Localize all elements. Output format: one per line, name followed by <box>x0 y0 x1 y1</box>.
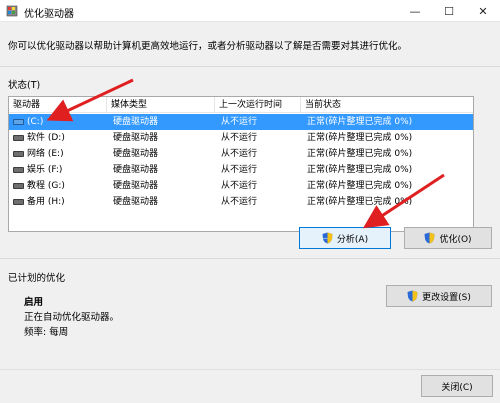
table-row[interactable]: 网络 (E:) 硬盘驱动器 从不运行 正常(碎片整理已完成 0%) <box>9 146 473 162</box>
optimize-button[interactable]: 优化(O) <box>404 227 492 249</box>
uac-shield-icon <box>407 290 418 302</box>
table-row[interactable]: 备用 (H:) 硬盘驱动器 从不运行 正常(碎片整理已完成 0%) <box>9 194 473 210</box>
close-button[interactable]: 关闭(C) <box>421 375 493 397</box>
hard-drive-icon <box>13 199 24 205</box>
drive-name: 备用 (H:) <box>27 197 65 207</box>
last-run-cell: 从不运行 <box>221 117 258 127</box>
schedule-auto-text: 正在自动优化驱动器。 <box>24 312 120 323</box>
maximize-button[interactable]: ☐ <box>432 0 466 22</box>
status-cell: 正常(碎片整理已完成 0%) <box>307 149 413 159</box>
last-run-cell: 从不运行 <box>221 165 258 175</box>
main-content: 你可以优化驱动器以帮助计算机更高效地运行，或者分析驱动器以了解是否需要对其进行优… <box>0 22 500 369</box>
column-header-last-run[interactable]: 上一次运行时间 <box>215 97 301 113</box>
minimize-button[interactable]: — <box>398 0 432 22</box>
schedule-frequency-text: 频率: 每周 <box>24 327 69 338</box>
last-run-cell: 从不运行 <box>221 181 258 191</box>
media-type-cell: 硬盘驱动器 <box>113 149 159 159</box>
status-cell: 正常(碎片整理已完成 0%) <box>307 197 413 207</box>
media-type-cell: 硬盘驱动器 <box>113 117 159 127</box>
analyze-button-label: 分析(A) <box>336 234 369 245</box>
change-settings-button[interactable]: 更改设置(S) <box>386 285 492 307</box>
table-row[interactable]: 教程 (G:) 硬盘驱动器 从不运行 正常(碎片整理已完成 0%) <box>9 178 473 194</box>
separator <box>0 66 500 67</box>
optimize-button-label: 优化(O) <box>439 234 472 245</box>
analyze-button[interactable]: 分析(A) <box>299 227 391 249</box>
title-bar: 优化驱动器 — ☐ ✕ <box>0 0 500 22</box>
drive-name: (C:) <box>27 117 44 127</box>
status-cell: 正常(碎片整理已完成 0%) <box>307 181 413 191</box>
drive-name: 教程 (G:) <box>27 181 65 191</box>
table-header: 驱动器 媒体类型 上一次运行时间 当前状态 <box>9 97 473 113</box>
column-header-media[interactable]: 媒体类型 <box>107 97 215 113</box>
last-run-cell: 从不运行 <box>221 197 258 207</box>
column-header-drive[interactable]: 驱动器 <box>9 97 107 113</box>
drive-cell: 备用 (H:) <box>9 194 107 210</box>
change-settings-button-label: 更改设置(S) <box>422 292 471 303</box>
drive-table[interactable]: 驱动器 媒体类型 上一次运行时间 当前状态 (C:) 硬盘驱动器 从不运行 正常(碎片… <box>8 96 474 232</box>
hard-drive-icon <box>13 151 24 157</box>
last-run-cell: 从不运行 <box>221 149 258 159</box>
column-header-status[interactable]: 当前状态 <box>301 97 475 113</box>
hard-drive-icon <box>13 183 24 189</box>
window-title: 优化驱动器 <box>24 9 74 20</box>
uac-shield-icon <box>424 232 435 244</box>
drive-cell: 教程 (G:) <box>9 178 107 194</box>
drive-name: 娱乐 (F:) <box>27 165 63 175</box>
scheduled-optimization-label: 已计划的优化 <box>8 273 66 284</box>
close-window-button[interactable]: ✕ <box>466 0 500 22</box>
schedule-enabled-label: 启用 <box>24 297 44 308</box>
table-row[interactable]: (C:) 硬盘驱动器 从不运行 正常(碎片整理已完成 0%) <box>9 114 473 130</box>
status-cell: 正常(碎片整理已完成 0%) <box>307 117 413 127</box>
status-cell: 正常(碎片整理已完成 0%) <box>307 165 413 175</box>
table-row[interactable]: 软件 (D:) 硬盘驱动器 从不运行 正常(碎片整理已完成 0%) <box>9 130 473 146</box>
drive-cell: 网络 (E:) <box>9 146 107 162</box>
defrag-app-icon <box>6 5 18 17</box>
hard-drive-icon <box>13 135 24 141</box>
media-type-cell: 硬盘驱动器 <box>113 197 159 207</box>
media-type-cell: 硬盘驱动器 <box>113 165 159 175</box>
last-run-cell: 从不运行 <box>221 133 258 143</box>
status-label: 状态(T) <box>8 80 41 91</box>
drive-cell: (C:) <box>9 114 107 130</box>
uac-shield-icon <box>322 232 333 244</box>
hard-drive-icon <box>13 119 24 125</box>
intro-text: 你可以优化驱动器以帮助计算机更高效地运行，或者分析驱动器以了解是否需要对其进行优… <box>8 41 408 52</box>
drive-name: 软件 (D:) <box>27 133 65 143</box>
separator <box>0 258 500 259</box>
drive-cell: 娱乐 (F:) <box>9 162 107 178</box>
drive-cell: 软件 (D:) <box>9 130 107 146</box>
table-row[interactable]: 娱乐 (F:) 硬盘驱动器 从不运行 正常(碎片整理已完成 0%) <box>9 162 473 178</box>
media-type-cell: 硬盘驱动器 <box>113 181 159 191</box>
drive-name: 网络 (E:) <box>27 149 64 159</box>
hard-drive-icon <box>13 167 24 173</box>
status-cell: 正常(碎片整理已完成 0%) <box>307 133 413 143</box>
media-type-cell: 硬盘驱动器 <box>113 133 159 143</box>
